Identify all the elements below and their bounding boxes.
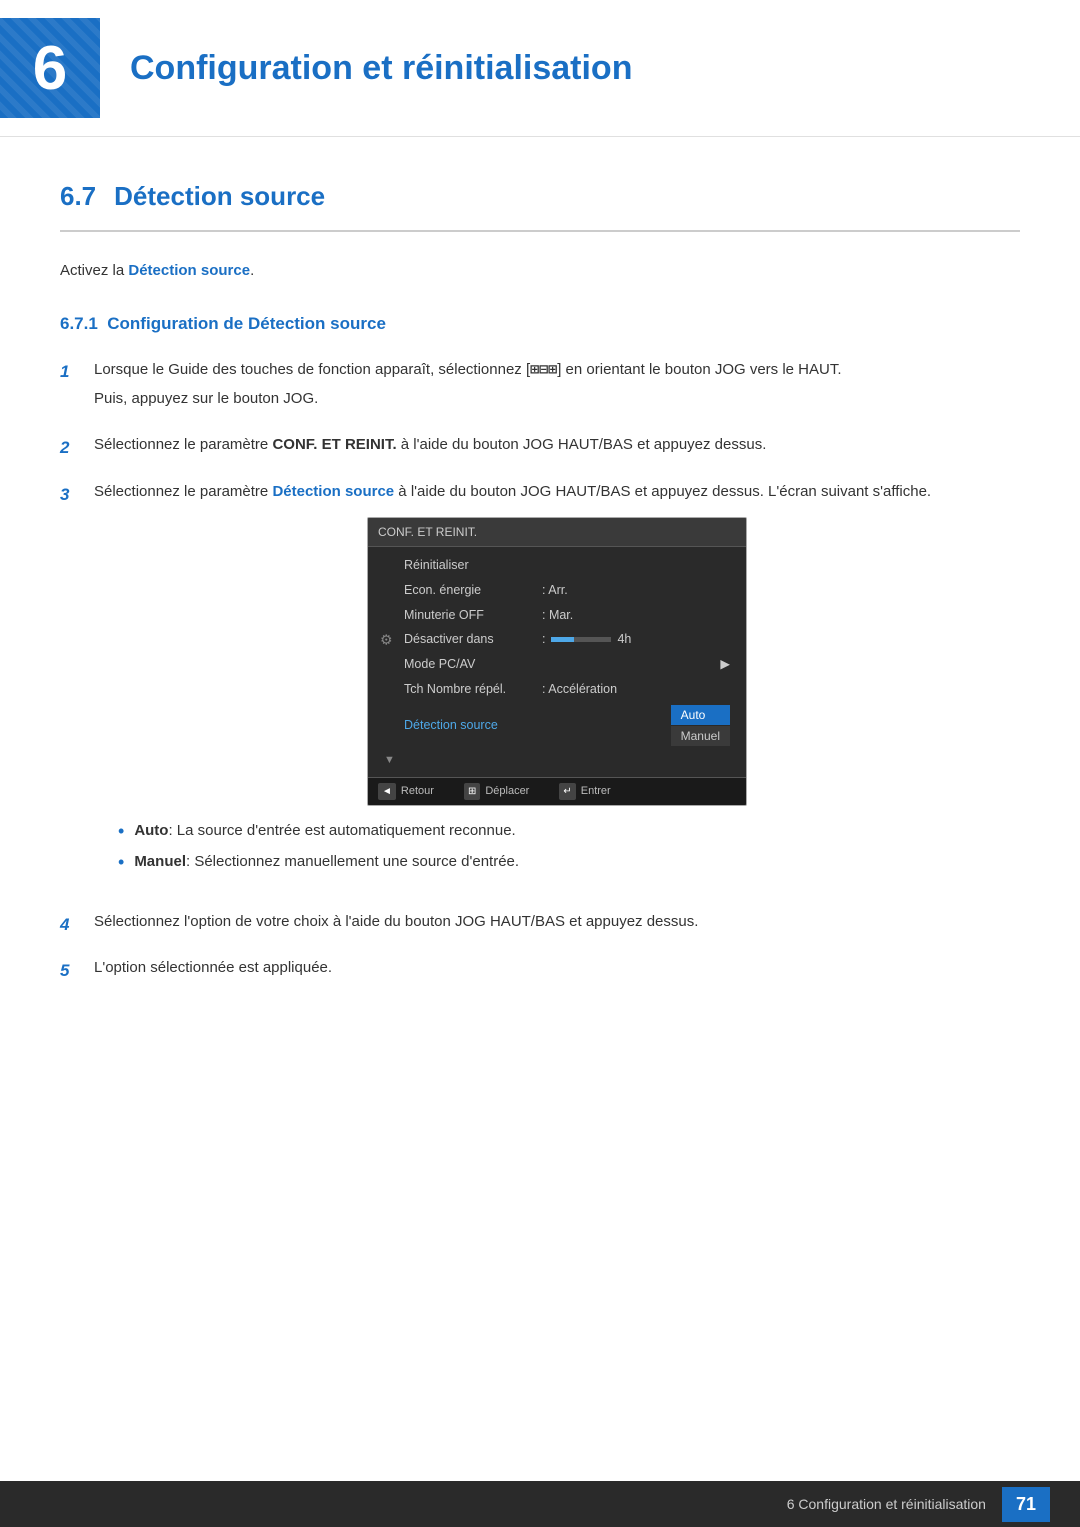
step-4-number: 4 bbox=[60, 911, 80, 938]
step-4-text: Sélectionnez l'option de votre choix à l… bbox=[94, 911, 1020, 934]
intro-highlight: Détection source bbox=[128, 262, 250, 279]
step-2-number: 2 bbox=[60, 434, 80, 461]
step-2-content: Sélectionnez le paramètre CONF. ET REINI… bbox=[94, 434, 1020, 463]
bullet-bold-auto: Auto bbox=[134, 822, 168, 839]
entrer-label: Entrer bbox=[581, 783, 611, 800]
menu-row-detection-wrap: Détection source Auto Manuel ▼ bbox=[368, 702, 746, 772]
bullet-dot-manuel: • bbox=[118, 851, 124, 874]
option-auto: Auto bbox=[671, 705, 730, 725]
chapter-title: Configuration et réinitialisation bbox=[130, 43, 632, 94]
bullet-list: • Auto: La source d'entrée est automatiq… bbox=[118, 820, 1020, 875]
step-1-content: Lorsque le Guide des touches de fonction… bbox=[94, 358, 1020, 416]
menu-row-reinit: Réinitialiser bbox=[368, 553, 746, 578]
menu-value-minuterie: : Mar. bbox=[542, 606, 573, 625]
step-3-text: Sélectionnez le paramètre Détection sour… bbox=[94, 481, 1020, 504]
bullet-dot-auto: • bbox=[118, 820, 124, 843]
intro-text: Activez la Détection source. bbox=[60, 260, 1020, 283]
subsection-title: Configuration de Détection source bbox=[107, 314, 386, 333]
steps-list: 1 Lorsque le Guide des touches de foncti… bbox=[60, 358, 1020, 986]
bullet-auto: • Auto: La source d'entrée est automatiq… bbox=[118, 820, 1020, 843]
footer-deplacer: ⊞ Déplacer bbox=[464, 783, 529, 800]
deplacer-label: Déplacer bbox=[485, 783, 529, 800]
subsection-number: 6.7.1 bbox=[60, 314, 107, 333]
menu-screenshot: CONF. ET REINIT. Réinitialiser Econ. éne… bbox=[367, 517, 747, 806]
bullet-manuel: • Manuel: Sélectionnez manuellement une … bbox=[118, 851, 1020, 874]
step-3-number: 3 bbox=[60, 481, 80, 508]
menu-label-econ: Econ. énergie bbox=[404, 581, 534, 600]
step-2: 2 Sélectionnez le paramètre CONF. ET REI… bbox=[60, 434, 1020, 463]
step-3: 3 Sélectionnez le paramètre Détection so… bbox=[60, 481, 1020, 893]
menu-footer: ◄ Retour ⊞ Déplacer ↵ Entrer bbox=[368, 777, 746, 805]
bullet-bold-manuel: Manuel bbox=[134, 853, 186, 870]
menu-label-tch: Tch Nombre répél. bbox=[404, 680, 534, 699]
bullet-text-manuel: Manuel: Sélectionnez manuellement une so… bbox=[134, 851, 519, 874]
step-1-sub: Puis, appuyez sur le bouton JOG. bbox=[94, 388, 1020, 411]
step-2-text: Sélectionnez le paramètre CONF. ET REINI… bbox=[94, 434, 1020, 457]
section-title: Détection source bbox=[114, 177, 325, 216]
chapter-number: 6 bbox=[33, 22, 67, 115]
step-5-content: L'option sélectionnée est appliquée. bbox=[94, 957, 1020, 986]
page-footer: 6 Configuration et réinitialisation 71 bbox=[0, 1481, 1080, 1527]
menu-value-desactiver: : 4h bbox=[542, 630, 631, 649]
menu-row-tch: Tch Nombre répél. : Accélération bbox=[368, 677, 746, 702]
menu-label-desactiver: Désactiver dans bbox=[404, 630, 534, 649]
step-3-content: Sélectionnez le paramètre Détection sour… bbox=[94, 481, 1020, 893]
footer-page-number: 71 bbox=[1002, 1487, 1050, 1522]
option-manuel: Manuel bbox=[671, 726, 730, 746]
chapter-header: 6 Configuration et réinitialisation bbox=[0, 0, 1080, 137]
menu-label-modepc: Mode PC/AV bbox=[404, 655, 534, 674]
intro-suffix: . bbox=[250, 262, 254, 279]
footer-retour: ◄ Retour bbox=[378, 783, 434, 800]
step-5: 5 L'option sélectionnée est appliquée. bbox=[60, 957, 1020, 986]
menu-row-desactiver: ⚙ Désactiver dans : 4h bbox=[368, 627, 746, 652]
step-4: 4 Sélectionnez l'option de votre choix à… bbox=[60, 911, 1020, 940]
menu-row-minuterie: Minuterie OFF : Mar. bbox=[368, 603, 746, 628]
main-content: 6.7 Détection source Activez la Détectio… bbox=[0, 147, 1080, 1064]
menu-value-econ: : Arr. bbox=[542, 581, 568, 600]
retour-label: Retour bbox=[401, 783, 434, 800]
intro-prefix: Activez la bbox=[60, 262, 128, 279]
step-4-content: Sélectionnez l'option de votre choix à l… bbox=[94, 911, 1020, 940]
menu-value-tch: : Accélération bbox=[542, 680, 617, 699]
entrer-icon: ↵ bbox=[559, 783, 575, 800]
step-1-text: Lorsque le Guide des touches de fonction… bbox=[94, 358, 1020, 382]
section-heading: 6.7 Détection source bbox=[60, 177, 1020, 232]
menu-row-modepc: Mode PC/AV ▶ bbox=[368, 652, 746, 677]
detection-options: Auto Manuel bbox=[671, 705, 730, 746]
bullet-text-auto: Auto: La source d'entrée est automatique… bbox=[134, 820, 515, 843]
menu-row-detection: Détection source Auto Manuel bbox=[368, 702, 746, 749]
step-5-number: 5 bbox=[60, 957, 80, 984]
menu-label-minuterie: Minuterie OFF bbox=[404, 606, 534, 625]
menu-label-reinit: Réinitialiser bbox=[404, 556, 534, 575]
footer-chapter-text: 6 Configuration et réinitialisation bbox=[787, 1494, 986, 1515]
menu-title-bar: CONF. ET REINIT. bbox=[368, 518, 746, 547]
step-5-text: L'option sélectionnée est appliquée. bbox=[94, 957, 1020, 980]
retour-icon: ◄ bbox=[378, 783, 396, 800]
subsection-heading: 6.7.1 Configuration de Détection source bbox=[60, 311, 1020, 337]
menu-row-econ: Econ. énergie : Arr. bbox=[368, 578, 746, 603]
gear-icon: ⚙ bbox=[380, 629, 393, 650]
menu-value-modepc: ▶ bbox=[720, 655, 730, 674]
menu-row-arrow-down: ▼ bbox=[368, 749, 746, 772]
chapter-number-box: 6 bbox=[0, 18, 100, 118]
section-number: 6.7 bbox=[60, 177, 96, 216]
step-1-number: 1 bbox=[60, 358, 80, 385]
step-1: 1 Lorsque le Guide des touches de foncti… bbox=[60, 358, 1020, 416]
menu-body: Réinitialiser Econ. énergie : Arr. Minut… bbox=[368, 547, 746, 777]
menu-label-detection: Détection source bbox=[404, 716, 534, 735]
deplacer-icon: ⊞ bbox=[464, 783, 480, 800]
footer-entrer: ↵ Entrer bbox=[559, 783, 610, 800]
